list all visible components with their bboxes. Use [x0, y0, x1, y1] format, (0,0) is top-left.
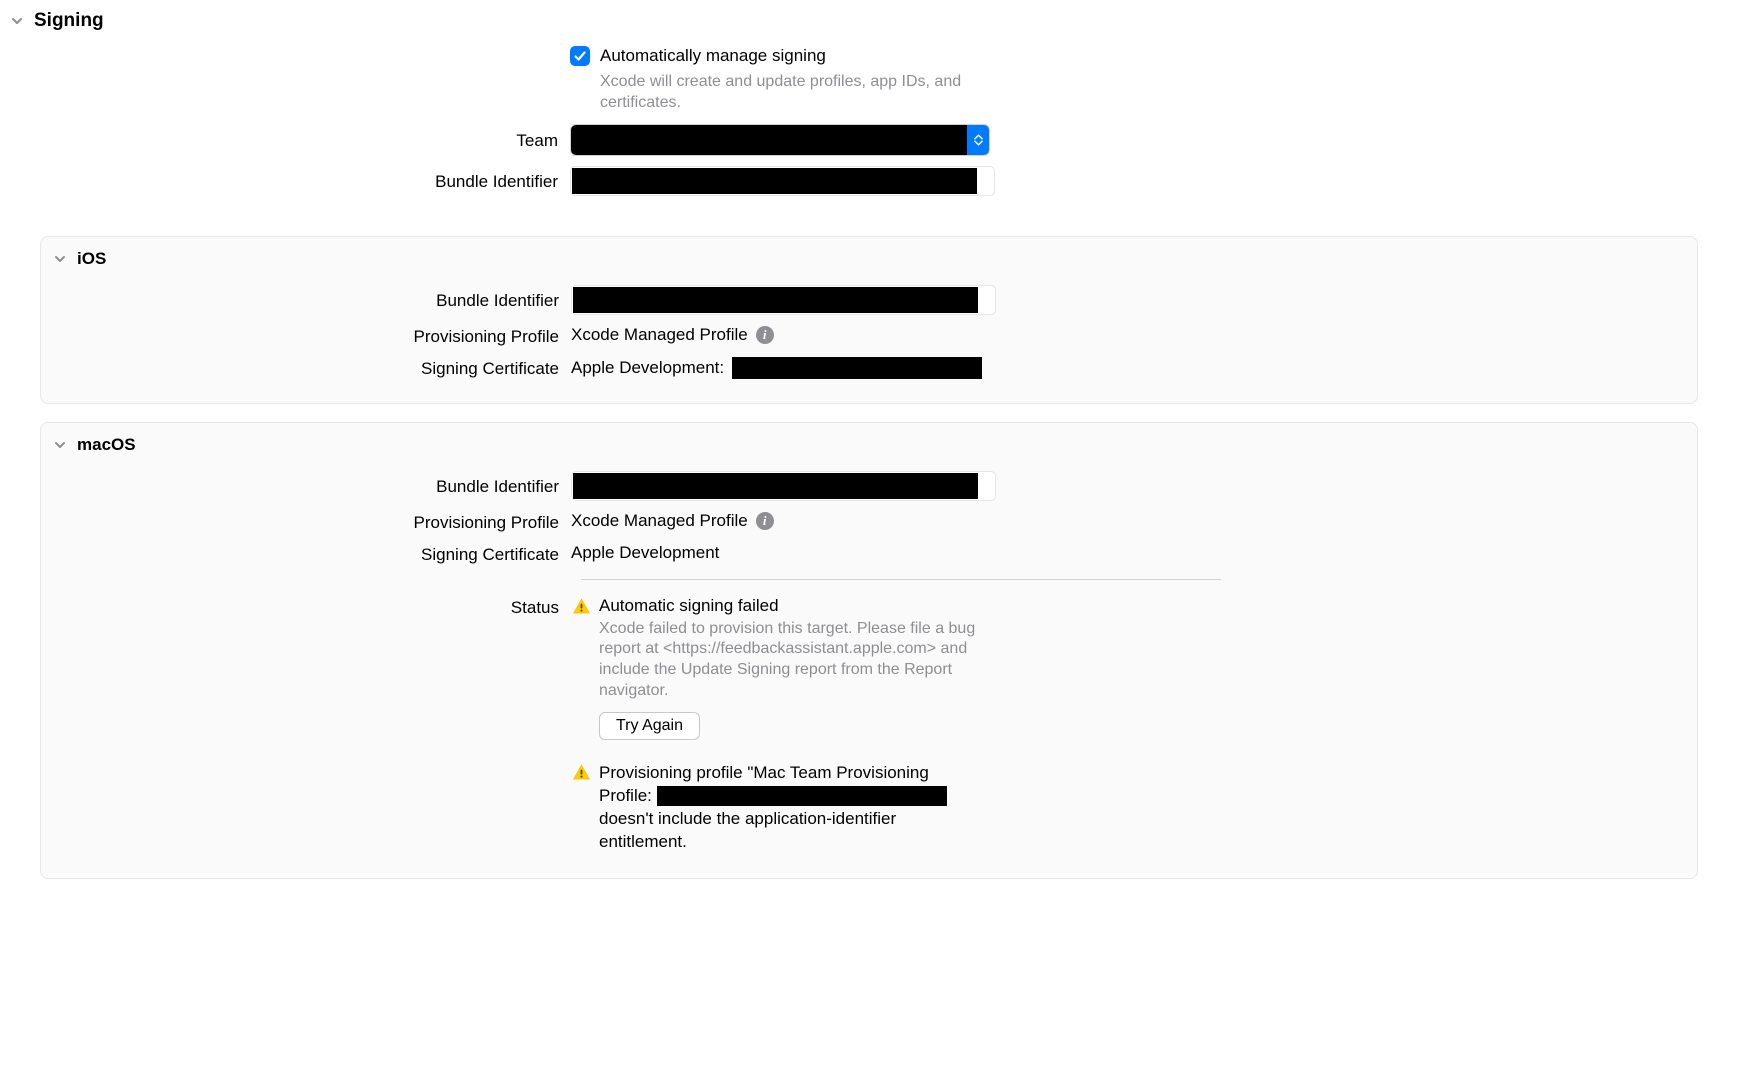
section-title: Signing [34, 10, 104, 32]
team-select-toggle-icon[interactable] [967, 125, 989, 155]
team-select[interactable] [570, 124, 990, 156]
macos-signing-certificate-label: Signing Certificate [41, 543, 571, 565]
team-label: Team [0, 129, 570, 151]
ios-signing-certificate-prefix: Apple Development: [571, 358, 724, 378]
status-title: Automatic signing failed [599, 596, 979, 616]
try-again-button[interactable]: Try Again [599, 712, 700, 740]
status-warning-redacted [657, 786, 947, 806]
status-label: Status [41, 596, 571, 618]
warning-icon [571, 597, 591, 617]
warning-icon [571, 763, 591, 783]
platform-ios-title: iOS [77, 249, 106, 269]
macos-bundle-identifier-value-redacted [573, 473, 978, 499]
team-select-value-redacted [571, 125, 967, 155]
auto-manage-signing-label: Automatically manage signing [600, 46, 826, 66]
chevron-down-icon[interactable] [53, 252, 67, 266]
status-warning-text: Provisioning profile "Mac Team Provision… [599, 762, 979, 854]
info-icon[interactable]: i [756, 512, 774, 530]
macos-provisioning-profile-label: Provisioning Profile [41, 511, 571, 533]
macos-provisioning-profile-value: Xcode Managed Profile [571, 511, 748, 531]
ios-bundle-identifier-value-redacted [573, 287, 978, 313]
ios-signing-certificate-label: Signing Certificate [41, 357, 571, 379]
divider [581, 579, 1221, 580]
ios-bundle-identifier-field[interactable] [571, 285, 996, 315]
status-description: Xcode failed to provision this target. P… [599, 619, 979, 702]
chevron-down-icon[interactable] [10, 14, 24, 28]
ios-provisioning-profile-value: Xcode Managed Profile [571, 325, 748, 345]
bundle-identifier-field[interactable] [570, 166, 995, 196]
bundle-identifier-value-redacted [572, 168, 977, 194]
auto-manage-signing-description: Xcode will create and update profiles, a… [600, 72, 1010, 114]
chevron-down-icon[interactable] [53, 438, 67, 452]
ios-bundle-identifier-label: Bundle Identifier [41, 289, 571, 311]
status-warning-part-b: doesn't include the application-identifi… [599, 809, 896, 851]
info-icon[interactable]: i [756, 326, 774, 344]
macos-bundle-identifier-label: Bundle Identifier [41, 475, 571, 497]
macos-bundle-identifier-field[interactable] [571, 471, 996, 501]
platform-macos-title: macOS [77, 435, 136, 455]
bundle-identifier-label: Bundle Identifier [0, 170, 570, 192]
ios-signing-certificate-value-redacted [732, 357, 982, 379]
macos-signing-certificate-value: Apple Development [571, 543, 719, 563]
auto-manage-signing-checkbox[interactable] [570, 46, 590, 66]
ios-provisioning-profile-label: Provisioning Profile [41, 325, 571, 347]
